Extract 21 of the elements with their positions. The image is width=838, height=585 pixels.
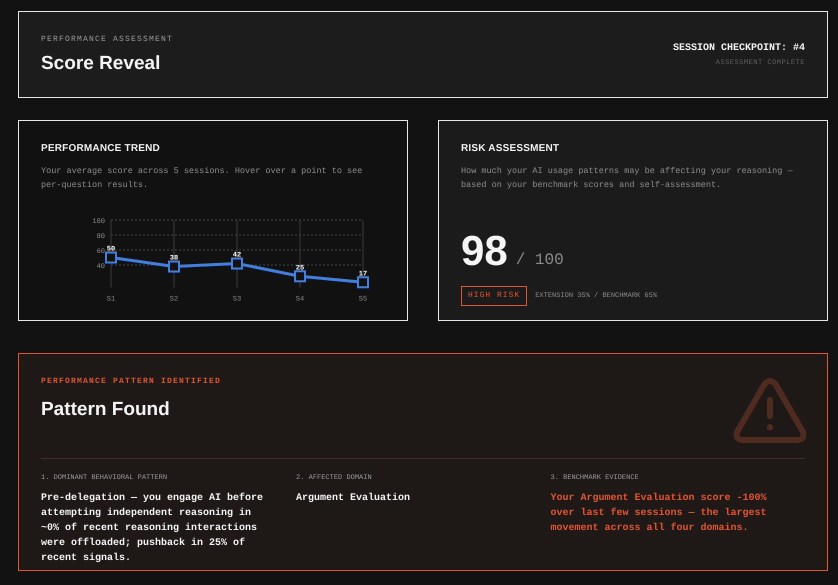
checkpoint-label: SESSION CHECKPOINT: #4 [672, 42, 805, 56]
column-text: Your Argument Evaluation score -100% over last few sessions — the largest movement across all four domains. [550, 492, 768, 536]
column-text: Pre-delegation — you engage AI before attempting independent reasoning in ~0% of recent reasoning interactions were offloaded; pushback in 25% of recent signals. [41, 492, 264, 566]
data-point[interactable] [357, 276, 369, 288]
section-eyebrow: PERFORMANCE ASSESSMENT [41, 34, 174, 46]
data-point[interactable] [294, 270, 306, 282]
column-text: Argument Evaluation [296, 492, 412, 506]
risk-badge: HIGH RISK [461, 286, 528, 306]
page-title: Score Reveal [41, 52, 162, 76]
data-point[interactable] [105, 252, 117, 264]
card-description: How much your AI usage patterns may be affecting your reasoning — based on your benchmark scores and self-assessment. [461, 165, 794, 192]
card-description: Your average score across 5 sessions. Hover over a point to see per-question results. [41, 165, 364, 192]
card-title: Pattern Found [41, 398, 171, 422]
card-title: RISK ASSESSMENT [461, 142, 560, 156]
section-eyebrow: PERFORMANCE PATTERN IDENTIFIED [41, 376, 222, 388]
card-title: PERFORMANCE TREND [41, 142, 161, 156]
data-point[interactable] [168, 260, 180, 272]
data-point[interactable] [231, 258, 243, 270]
score-maximum: / 100 [516, 250, 564, 271]
risk-score: 98 [461, 230, 508, 272]
warning-icon [733, 378, 807, 444]
